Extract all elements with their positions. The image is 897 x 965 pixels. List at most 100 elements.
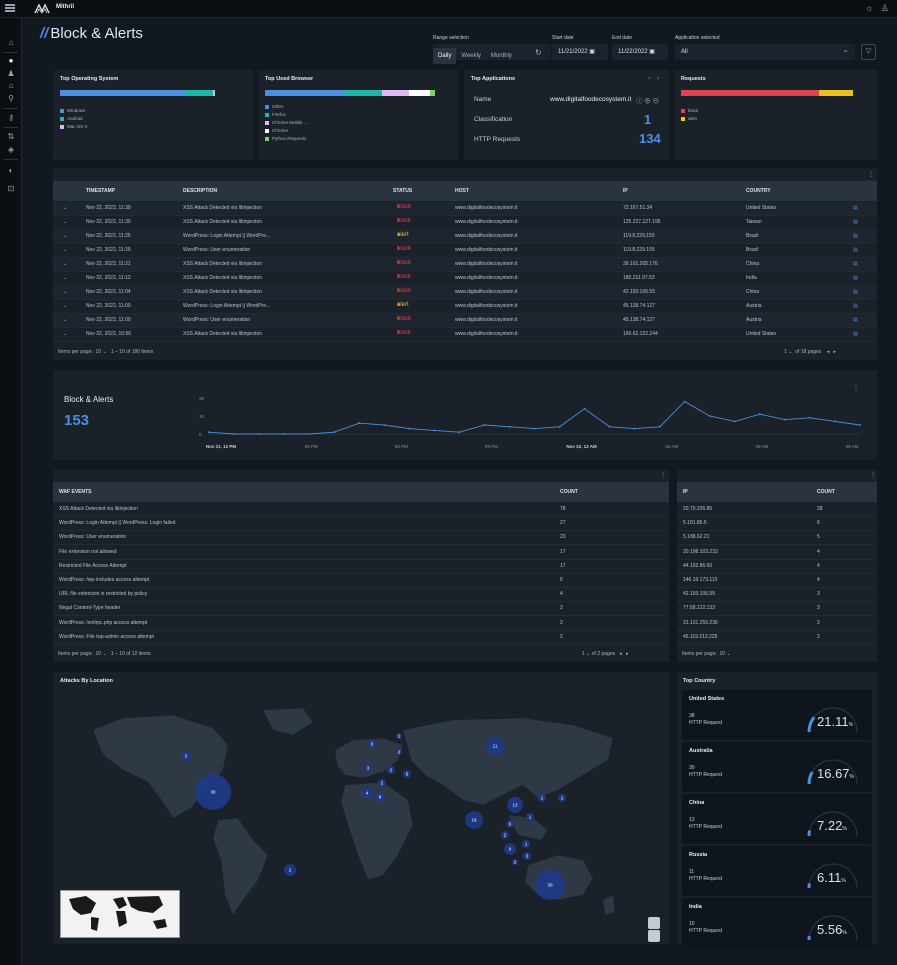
table-row[interactable]: 5.188.62.21 5 [677,531,877,546]
col-ip[interactable]: IP [623,188,628,194]
table-row[interactable]: WordPress: User enumeration 23 [53,531,669,546]
table-row[interactable]: XSS Attack Detected via libinjection 78 [53,503,669,517]
country-card[interactable]: China 13 HTTP Request 7.22% [682,794,872,844]
prev-icon[interactable]: ‹ [648,76,650,82]
details-icon[interactable]: ▤ [853,303,858,309]
location-bubble[interactable]: 4 [361,787,373,799]
data-point[interactable] [433,429,436,432]
info-icon[interactable]: ⓘ [636,98,643,105]
col-status[interactable]: STATUS [393,188,412,194]
location-bubble[interactable]: 5 [368,740,376,748]
table-row[interactable]: 20.70.236.85 28 [677,503,877,517]
zoom-in-button[interactable] [648,917,660,929]
expand-icon[interactable]: ⌄ [63,303,67,309]
table-row[interactable]: WordPress: File /wp-admin access attempt… [53,631,669,645]
table-row[interactable]: URL file extension is restricted by poli… [53,588,669,603]
data-point[interactable] [558,425,561,428]
expand-icon[interactable]: ⌄ [63,289,67,295]
next-page-icon[interactable]: ▸ [834,349,837,355]
data-point[interactable] [809,416,811,419]
country-card[interactable]: United States 38 HTTP Request 21.11% [682,690,872,740]
col-count[interactable]: COUNT [560,489,578,495]
location-bubble[interactable]: 2 [284,864,296,876]
table-row[interactable]: 146.19.173.115 4 [677,574,877,588]
data-point[interactable] [333,431,336,434]
col-host[interactable]: HOST [455,188,469,194]
location-bubble[interactable]: 30 [535,870,565,900]
app-select[interactable]: All [675,42,855,60]
start-date-input[interactable]: 11/21/2022 ▣ [552,44,608,60]
table-row[interactable]: 31.131.250.236 2 [677,617,877,631]
table-row[interactable]: ⌄ Nov 22, 2022, 11:00 WordPress: User enum… [53,314,877,328]
location-bubble[interactable]: 2 [501,831,509,839]
data-point[interactable] [483,424,486,426]
details-icon[interactable]: ▤ [853,317,858,323]
location-bubble[interactable]: 1 [526,813,534,821]
table-row[interactable]: 45.119.213.225 2 [677,631,877,645]
flow-icon[interactable]: ⇅ [5,132,17,142]
refresh-icon[interactable]: ↻ [535,48,542,57]
table-row[interactable]: 42.193.106.55 3 [677,588,877,603]
location-bubble[interactable]: 6 [403,770,411,778]
table-row[interactable]: WordPress: /xmlrpc.php access attempt 2 [53,617,669,631]
table-row[interactable]: ⌄ Nov 22, 2022, 11:21 XSS Attack Detected … [53,258,877,272]
shield-icon[interactable]: ◈ [5,145,17,155]
remove-icon[interactable]: ⊖ [653,98,660,105]
col-waf-events[interactable]: WAF EVENTS [59,489,92,495]
menu-icon[interactable] [5,4,15,12]
country-card[interactable]: India 10 HTTP Request 5.56% [682,898,872,948]
table-row[interactable]: 77.68.122.133 3 [677,602,877,617]
table-row[interactable]: File extension not allowed 17 [53,546,669,560]
data-point[interactable] [658,425,661,428]
data-point[interactable] [733,420,736,423]
end-date-input[interactable]: 11/22/2022 ▣ [612,44,668,60]
location-bubble[interactable]: 1 [538,794,546,802]
col-country[interactable]: COUNTRY [746,188,771,194]
location-bubble[interactable]: 2 [396,749,402,755]
data-point[interactable] [708,415,711,417]
table-row[interactable]: WordPress: Login Attempt || WordPress: L… [53,517,669,532]
data-point[interactable] [208,431,210,434]
data-point[interactable] [283,433,286,435]
data-point[interactable] [859,424,861,426]
lock-icon[interactable]: ⌂ [5,81,17,91]
details-icon[interactable]: ▤ [853,247,858,253]
data-point[interactable] [358,422,361,425]
location-bubble[interactable]: 1 [396,733,402,739]
data-point[interactable] [508,425,511,428]
table-row[interactable]: 20.198.103.233 4 [677,546,877,560]
data-point[interactable] [408,427,411,430]
items-per-page-select[interactable]: 10 ⌄ [720,651,731,657]
table-row[interactable]: Restricted File Access Attempt 17 [53,560,669,574]
expand-icon[interactable]: ⌄ [63,275,67,281]
more-icon[interactable]: ⋮ [660,472,666,479]
page-select[interactable]: 1 ⌄ [784,349,792,355]
location-bubble[interactable]: 1 [522,840,530,848]
next-icon[interactable]: › [657,76,659,82]
table-row[interactable]: ⌄ Nov 22, 2022, 11:25 WordPress: Login Att… [53,230,877,244]
location-bubble[interactable]: 2 [181,751,191,761]
table-row[interactable]: ⌄ Nov 22, 2022, 11:25 WordPress: User enum… [53,244,877,258]
details-icon[interactable]: ▤ [853,275,858,281]
location-bubble[interactable]: 2 [378,779,386,787]
table-row[interactable]: Illegal Content-Type header 2 [53,602,669,617]
col-ip[interactable]: IP [683,489,688,495]
minimap[interactable] [60,890,180,938]
users-icon[interactable]: ♟ [5,69,17,79]
expand-icon[interactable]: ⌄ [63,233,67,239]
location-bubble[interactable]: 3 [364,764,372,772]
table-row[interactable]: ⌄ Nov 22, 2022, 11:12 XSS Attack Detected … [53,272,877,286]
filter-icon[interactable]: ▽ [861,44,876,60]
theme-icon[interactable]: ☼ [865,3,873,13]
col-count[interactable]: COUNT [817,489,835,495]
expand-icon[interactable]: ⌄ [63,247,67,253]
data-point[interactable] [633,427,636,430]
data-point[interactable] [308,433,311,435]
details-icon[interactable]: ▤ [853,219,858,225]
table-row[interactable]: ⌄ Nov 22, 2022, 11:30 XSS Attack Detected … [53,216,877,230]
country-card[interactable]: Australia 30 HTTP Request 16.67% [682,742,872,792]
table-row[interactable]: ⌄ Nov 22, 2022, 11:04 XSS Attack Detected … [53,286,877,300]
data-point[interactable] [758,413,761,416]
table-row[interactable]: 5.181.86.5 6 [677,517,877,532]
table-row[interactable]: ⌄ Nov 22, 2022, 11:00 WordPress: Login Att… [53,300,877,314]
